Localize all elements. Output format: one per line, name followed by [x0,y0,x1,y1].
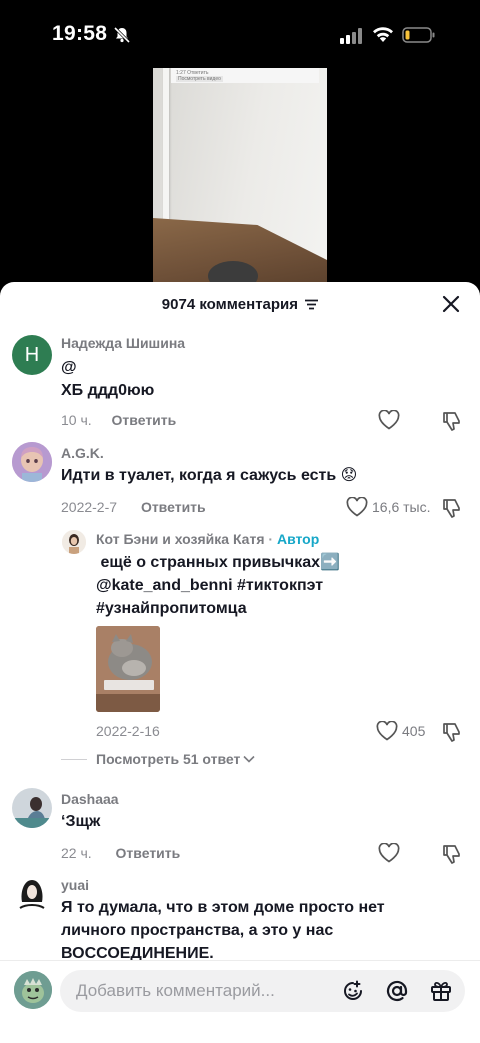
comment-meta: 22 ч. Ответить [61,845,180,861]
comment-text: ещё о странных привычках➡️ @kate_and_ben… [96,551,340,620]
comment-item: yuai Я то думала, что в этом доме просто… [0,874,480,964]
heart-icon [378,410,400,430]
status-bar: 19:58 [0,0,480,70]
video-thumbnail[interactable] [96,626,160,712]
video-door [163,68,169,238]
comment-item: A.G.K. Идти в туалет, когда я сажусь ест… [0,442,480,522]
cellular-signal-icon [340,28,364,49]
heart-icon [346,497,368,517]
sort-filter-icon[interactable] [305,297,319,314]
reply-button[interactable]: Ответить [116,845,181,861]
avatar[interactable] [12,442,52,482]
comment-author[interactable]: Надежда Шишина [61,335,185,351]
sheet-title[interactable]: 9074 комментария [0,296,480,314]
comment-time: 2022-2-7 [61,499,118,515]
comment-meta: 2022-2-16 [96,723,160,739]
reply-button[interactable]: Ответить [112,412,177,428]
avatar-letter: Н [24,343,40,366]
avatar[interactable]: Н [12,335,52,375]
comment-text-line: ХБ ддд0юю [61,382,155,399]
comment-count-label: 9074 комментария [161,296,299,313]
like-button[interactable] [378,410,400,430]
comment-input[interactable] [76,970,326,1012]
comment-time: 2022-2-16 [96,723,160,739]
video-overlay-card: 1:27 Ответить Посмотреть видео [171,68,319,83]
gift-icon[interactable] [429,979,453,1008]
bell-muted-icon [113,26,131,49]
comment-meta: 10 ч. Ответить [61,412,176,428]
comment-text-line: Я то думала, что в этом доме просто нет [61,899,385,916]
battery-icon [402,27,436,48]
wifi-icon [372,26,394,48]
comment-author[interactable]: A.G.K. [61,445,104,461]
reply-item: Кот Бэни и хозяйка Катя · Автор ещё о ст… [0,528,480,748]
like-count: 16,6 тыс. [372,499,431,515]
comment-text: Идти в туалет, когда я сажусь есть 😟 [61,467,358,484]
like-button[interactable]: 405 [376,721,425,741]
dislike-icon[interactable] [441,497,463,524]
chevron-down-icon [243,755,255,763]
avatar[interactable] [12,788,52,828]
avatar[interactable] [12,874,52,914]
view-replies-button[interactable]: Посмотреть 51 ответ [61,751,255,767]
like-count: 405 [402,723,426,739]
comment-text: @ ХБ ддд0юю [61,356,154,402]
like-button[interactable] [378,843,400,863]
comment-time: 22 ч. [61,845,92,861]
close-icon[interactable] [442,295,460,313]
comment-author[interactable]: Кот Бэни и хозяйка Катя · Автор [96,531,319,547]
view-replies-label: Посмотреть 51 ответ [96,751,241,767]
video-preview[interactable]: 1:27 Ответить Посмотреть видео [153,68,327,283]
divider-line [61,758,87,760]
comments-sheet: 9074 комментария Н Надежда Шишина @ ХБ д… [0,282,480,1043]
comment-input-container [60,970,465,1012]
comment-input-bar [0,960,480,1043]
sheet-header: 9074 комментария [0,282,480,326]
video-overlay-text-2: Посмотреть видео [176,76,223,82]
emoji-icon[interactable] [341,979,365,1008]
comment-meta: 2022-2-7 Ответить [61,499,206,515]
comment-text: ‘Зщж [61,813,101,830]
comment-text-line: личного пространства, а это у нас [61,922,334,939]
comment-text: Я то думала, что в этом доме просто нет … [61,896,385,965]
comment-text-line: ещё о странных привычках➡️ [100,554,340,571]
mention-icon[interactable] [385,979,409,1008]
comment-author[interactable]: yuai [61,877,89,893]
avatar[interactable] [62,530,86,554]
avatar [14,971,52,1009]
comment-text-line[interactable]: @kate_and_benni #тиктокпэт [96,574,340,597]
comment-item: Dashaaa ‘Зщж 22 ч. Ответить [0,788,480,868]
author-badge: Автор [276,531,320,547]
heart-icon [378,843,400,863]
dislike-icon[interactable] [441,410,463,437]
heart-icon [376,721,398,741]
comment-text-line[interactable]: #узнайпропитомца [96,597,340,620]
comment-author[interactable]: Dashaaa [61,791,119,807]
status-time: 19:58 [52,22,108,45]
dislike-icon[interactable] [441,721,463,748]
comment-text-line: @ [61,359,77,376]
like-button[interactable]: 16,6 тыс. [346,497,431,517]
dislike-icon[interactable] [441,843,463,870]
reply-button[interactable]: Ответить [141,499,206,515]
comment-item: Н Надежда Шишина @ ХБ ддд0юю 10 ч. Ответ… [0,332,480,432]
video-robot-vacuum [208,261,258,283]
author-name: Кот Бэни и хозяйка Катя [96,531,265,547]
comment-time: 10 ч. [61,412,92,428]
